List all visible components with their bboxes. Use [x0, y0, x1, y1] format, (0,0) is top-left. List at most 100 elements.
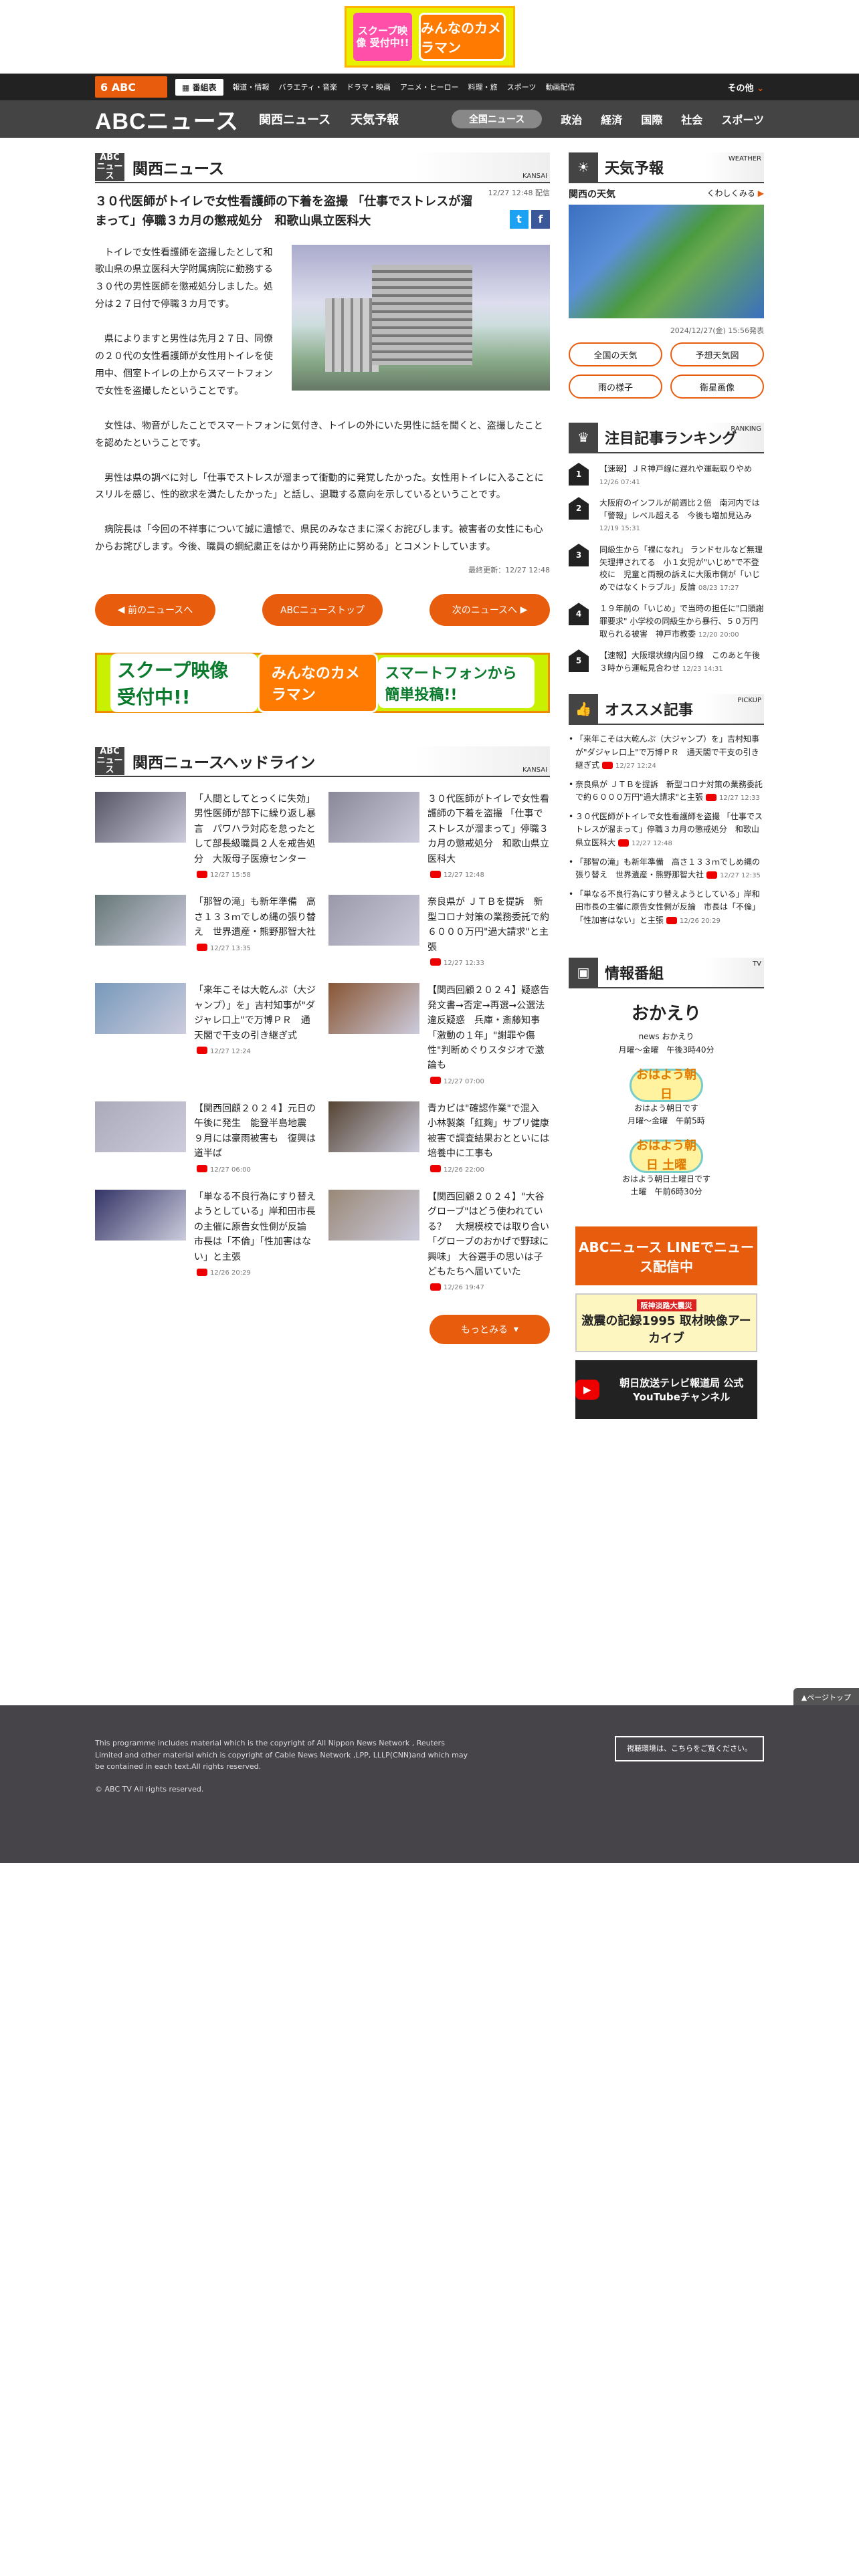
prev-news-button[interactable]: ◀ 前のニュースへ [95, 594, 215, 627]
article-photo [292, 244, 550, 391]
headline-text: ３０代医師がトイレで女性看護師の下着を盗撮 「仕事でストレスが溜まって」停職３カ… [427, 794, 549, 865]
weather-national-button[interactable]: 全国の天気 [569, 342, 662, 366]
nav-category[interactable]: 料理・旅 [468, 82, 498, 92]
pickup-item[interactable]: 「那智の滝」も新年準備 高さ１３３ｍでしめ縄の張り替え 世界遺産・熊野那智大社1… [569, 856, 764, 881]
headline-card[interactable]: 【関西回顧２０２４】"大谷グローブ"はどう使われている？ 大規模校では取り合い「… [328, 1190, 550, 1295]
satellite-button[interactable]: 衛星画像 [670, 374, 764, 399]
abc-channel-logo[interactable]: 6 ABC [95, 76, 167, 98]
headline-card[interactable]: 【関西回顧２０２４】疑惑告発文書→否定→再選→公選法違反疑惑 兵庫・斎藤知事「激… [328, 983, 550, 1088]
twitter-icon[interactable]: t [510, 209, 529, 229]
program-guide-label: 番組表 [192, 82, 217, 92]
facebook-icon[interactable]: f [531, 209, 550, 229]
forecast-map-button[interactable]: 予想天気図 [670, 342, 764, 366]
scoop-banner[interactable]: スクープ映像 受付中!! みんなのカメラマン [344, 6, 515, 68]
nav-category[interactable]: ドラマ・映画 [347, 82, 391, 92]
headline-thumbnail [328, 1190, 419, 1241]
nav-category[interactable]: 報道・情報 [233, 82, 270, 92]
kiroku-sub: 阪神淡路大震災 [636, 1299, 696, 1312]
weather-detail-label: くわしくみる [706, 189, 755, 198]
prev-label: 前のニュースへ [127, 605, 193, 617]
pickup-en: PICKUP [737, 697, 761, 705]
headline-card[interactable]: 奈良県が ＪＴＢを提訴 新型コロナ対策の業務委託で約６０００万円"過大請求"と主… [328, 895, 550, 970]
headline-card[interactable]: ３０代医師がトイレで女性看護師の下着を盗撮 「仕事でストレスが溜まって」停職３カ… [328, 792, 550, 881]
kiroku-banner[interactable]: 阪神淡路大震災 激震の記録1995 取材映像アーカイブ [575, 1293, 757, 1353]
weather-map[interactable] [569, 205, 764, 318]
nav-category[interactable]: バラエティ・音楽 [279, 82, 337, 92]
scoop-banner-text: スクープ映像 受付中!! [110, 653, 258, 713]
calendar-icon: ▦ [182, 82, 193, 92]
headline-card[interactable]: 「単なる不良行為にすり替えようとしている」岸和田市長の主催に原告女性側が反論 市… [95, 1190, 316, 1295]
headline-time: 12/26 19:47 [444, 1284, 484, 1292]
headline-card[interactable]: 「人間としてとっくに失効」男性医師が部下に繰り返し暴言 パワハラ対応を怠ったとし… [95, 792, 316, 881]
program-guide-button[interactable]: ▦ 番組表 [175, 78, 223, 96]
video-icon [602, 761, 613, 769]
more-button[interactable]: もっとみる ▾ [430, 1314, 550, 1344]
environment-link[interactable]: 視聴環境は、こちらをご覧ください。 [615, 1736, 764, 1761]
chevron-down-icon: ⌄ [757, 83, 764, 94]
line-banner[interactable]: ABCニュース LINEでニュース配信中 [575, 1226, 757, 1286]
program-time: 月曜～金曜 午前5時 [628, 1115, 705, 1125]
news-top-button[interactable]: ABCニューストップ [262, 594, 383, 627]
ranking-item[interactable]: 4 １９年前の「いじめ」で当時の担任に"口頭謝罪要求" 小学校の同級生から暴行、５… [569, 603, 764, 640]
headline-card[interactable]: 青カビは"確認作業"で混入 小林製薬「紅麹」サプリ健康被害で調査結果おとといには… [328, 1101, 550, 1176]
nav-link[interactable]: 社会 [681, 111, 702, 127]
pickup-item[interactable]: 「単なる不良行為にすり替えようとしている」岸和田市長の主催に原告女性側が反論 市… [569, 888, 764, 927]
abc-news-logo[interactable]: ABCニュース [95, 103, 239, 136]
headline-thumbnail [328, 792, 419, 843]
nav-link[interactable]: 政治 [561, 111, 582, 127]
program-item[interactable]: おはよう朝日 おはよう朝日です 月曜～金曜 午前5時 [569, 1068, 764, 1128]
weather-detail-link[interactable]: くわしくみる ▶ [706, 187, 764, 201]
headline-card[interactable]: 「来年こそは大乾んぷ（大ジャンプ）」を」吉村知事が"ダジャレ口上"で万博ＰＲ 通… [95, 983, 316, 1088]
pickup-item[interactable]: 「来年こそは大乾んぷ（大ジャンプ）を」吉村知事が"ダジャレ口上"で万博ＰＲ 通天… [569, 733, 764, 772]
headline-text: 青カビは"確認作業"で混入 小林製薬「紅麹」サプリ健康被害で調査結果おとといには… [427, 1103, 549, 1160]
rank-time: 12/20 20:00 [698, 631, 739, 639]
headline-thumbnail [95, 1190, 186, 1241]
pickup-item[interactable]: 奈良県が ＪＴＢを提訴 新型コロナ対策の業務委託で約６０００万円"過大請求"と主… [569, 778, 764, 804]
scoop-wide-banner[interactable]: スクープ映像 受付中!! みんなのカメラマン スマートフォンから簡単投稿!! [95, 653, 550, 714]
weather-en: WEATHER [728, 155, 761, 163]
headline-text: 【関西回顧２０２４】"大谷グローブ"はどう使われている？ 大規模校では取り合い「… [427, 1192, 549, 1277]
nav-kansai[interactable]: 関西ニュース [259, 110, 330, 128]
nav-link[interactable]: 国際 [641, 111, 662, 127]
rank-number: 1 [569, 463, 589, 486]
section-title: 関西ニュース [132, 160, 224, 178]
nav-link[interactable]: 経済 [601, 111, 622, 127]
program-item[interactable]: おかえり news おかえり 月曜～金曜 午後3時40分 [569, 1000, 764, 1057]
headline-thumbnail [95, 983, 186, 1035]
ranking-item[interactable]: 2 大阪府のインフルが前週比２倍 南河内では「警報」レベル超える 今後も増加見込み… [569, 497, 764, 534]
nav-category[interactable]: アニメ・ヒーロー [400, 82, 459, 92]
headline-thumbnail [328, 983, 419, 1035]
article-body: トイレで女性看護師を盗撮したとして和歌山県の県立医科大学附属病院に勤務する３０代… [95, 244, 550, 556]
nav-national[interactable]: 全国ニュース [451, 110, 543, 128]
sun-icon: ☀ [569, 152, 598, 182]
rain-button[interactable]: 雨の様子 [569, 374, 662, 399]
nav-category[interactable]: スポーツ [507, 82, 537, 92]
rank-number: 4 [569, 603, 589, 626]
video-icon [706, 794, 717, 802]
page-top-button[interactable]: ▲ページトップ [793, 1688, 859, 1707]
ranking-title: 注目記事ランキング [605, 431, 737, 447]
ohayo-logo: おはよう朝日 [630, 1068, 703, 1102]
ranking-item[interactable]: 1 【速報】ＪＲ神戸線に遅れや運転取りやめ 12/26 07:41 [569, 463, 764, 488]
nav-category[interactable]: 動画配信 [545, 82, 575, 92]
nav-weather[interactable]: 天気予報 [351, 110, 399, 128]
youtube-banner[interactable]: ▶ 朝日放送テレビ報道局 公式YouTubeチャンネル [575, 1360, 757, 1420]
headline-time: 12/27 07:00 [444, 1077, 484, 1085]
ranking-item[interactable]: 5 【速報】大阪環状線内回り線 このあと午後３時から運転見合わせ 12/23 14… [569, 649, 764, 674]
headline-card[interactable]: 「那智の滝」も新年準備 高さ１３３ｍでしめ縄の張り替え 世界遺産・熊野那智大社 1… [95, 895, 316, 970]
headline-text: 【関西回顧２０２４】元日の午後に発生 能登半島地震 ９月には豪雨被害も 復興は道… [194, 1103, 316, 1160]
program-item[interactable]: おはよう朝日 土曜 おはよう朝日土曜日です 土曜 午前6時30分 [569, 1139, 764, 1198]
program-name: news おかえり [638, 1032, 694, 1042]
top-banner[interactable]: スクープ映像 受付中!! みんなのカメラマン [0, 0, 859, 74]
nav-link[interactable]: スポーツ [721, 111, 764, 127]
programs-title: 情報番組 [605, 965, 664, 982]
pickup-item[interactable]: ３０代医師がトイレで女性看護師を盗撮 「仕事でストレスが溜まって」停職３カ月の懲… [569, 811, 764, 849]
headline-time: 12/26 20:29 [210, 1269, 251, 1277]
chevron-right-icon: ▶ [517, 605, 528, 616]
other-menu[interactable]: その他 ⌄ [728, 81, 764, 94]
tv-icon: ▣ [569, 957, 598, 987]
ranking-item[interactable]: 3 同級生から「裸になれ」 ランドセルなど無理矢理押されてる 小１女児が"いじめ"… [569, 543, 764, 593]
next-news-button[interactable]: 次のニュースへ ▶ [430, 594, 550, 627]
headline-card[interactable]: 【関西回顧２０２４】元日の午後に発生 能登半島地震 ９月には豪雨被害も 復興は道… [95, 1101, 316, 1176]
abc-news-badge: ABC ニュース [95, 746, 124, 776]
